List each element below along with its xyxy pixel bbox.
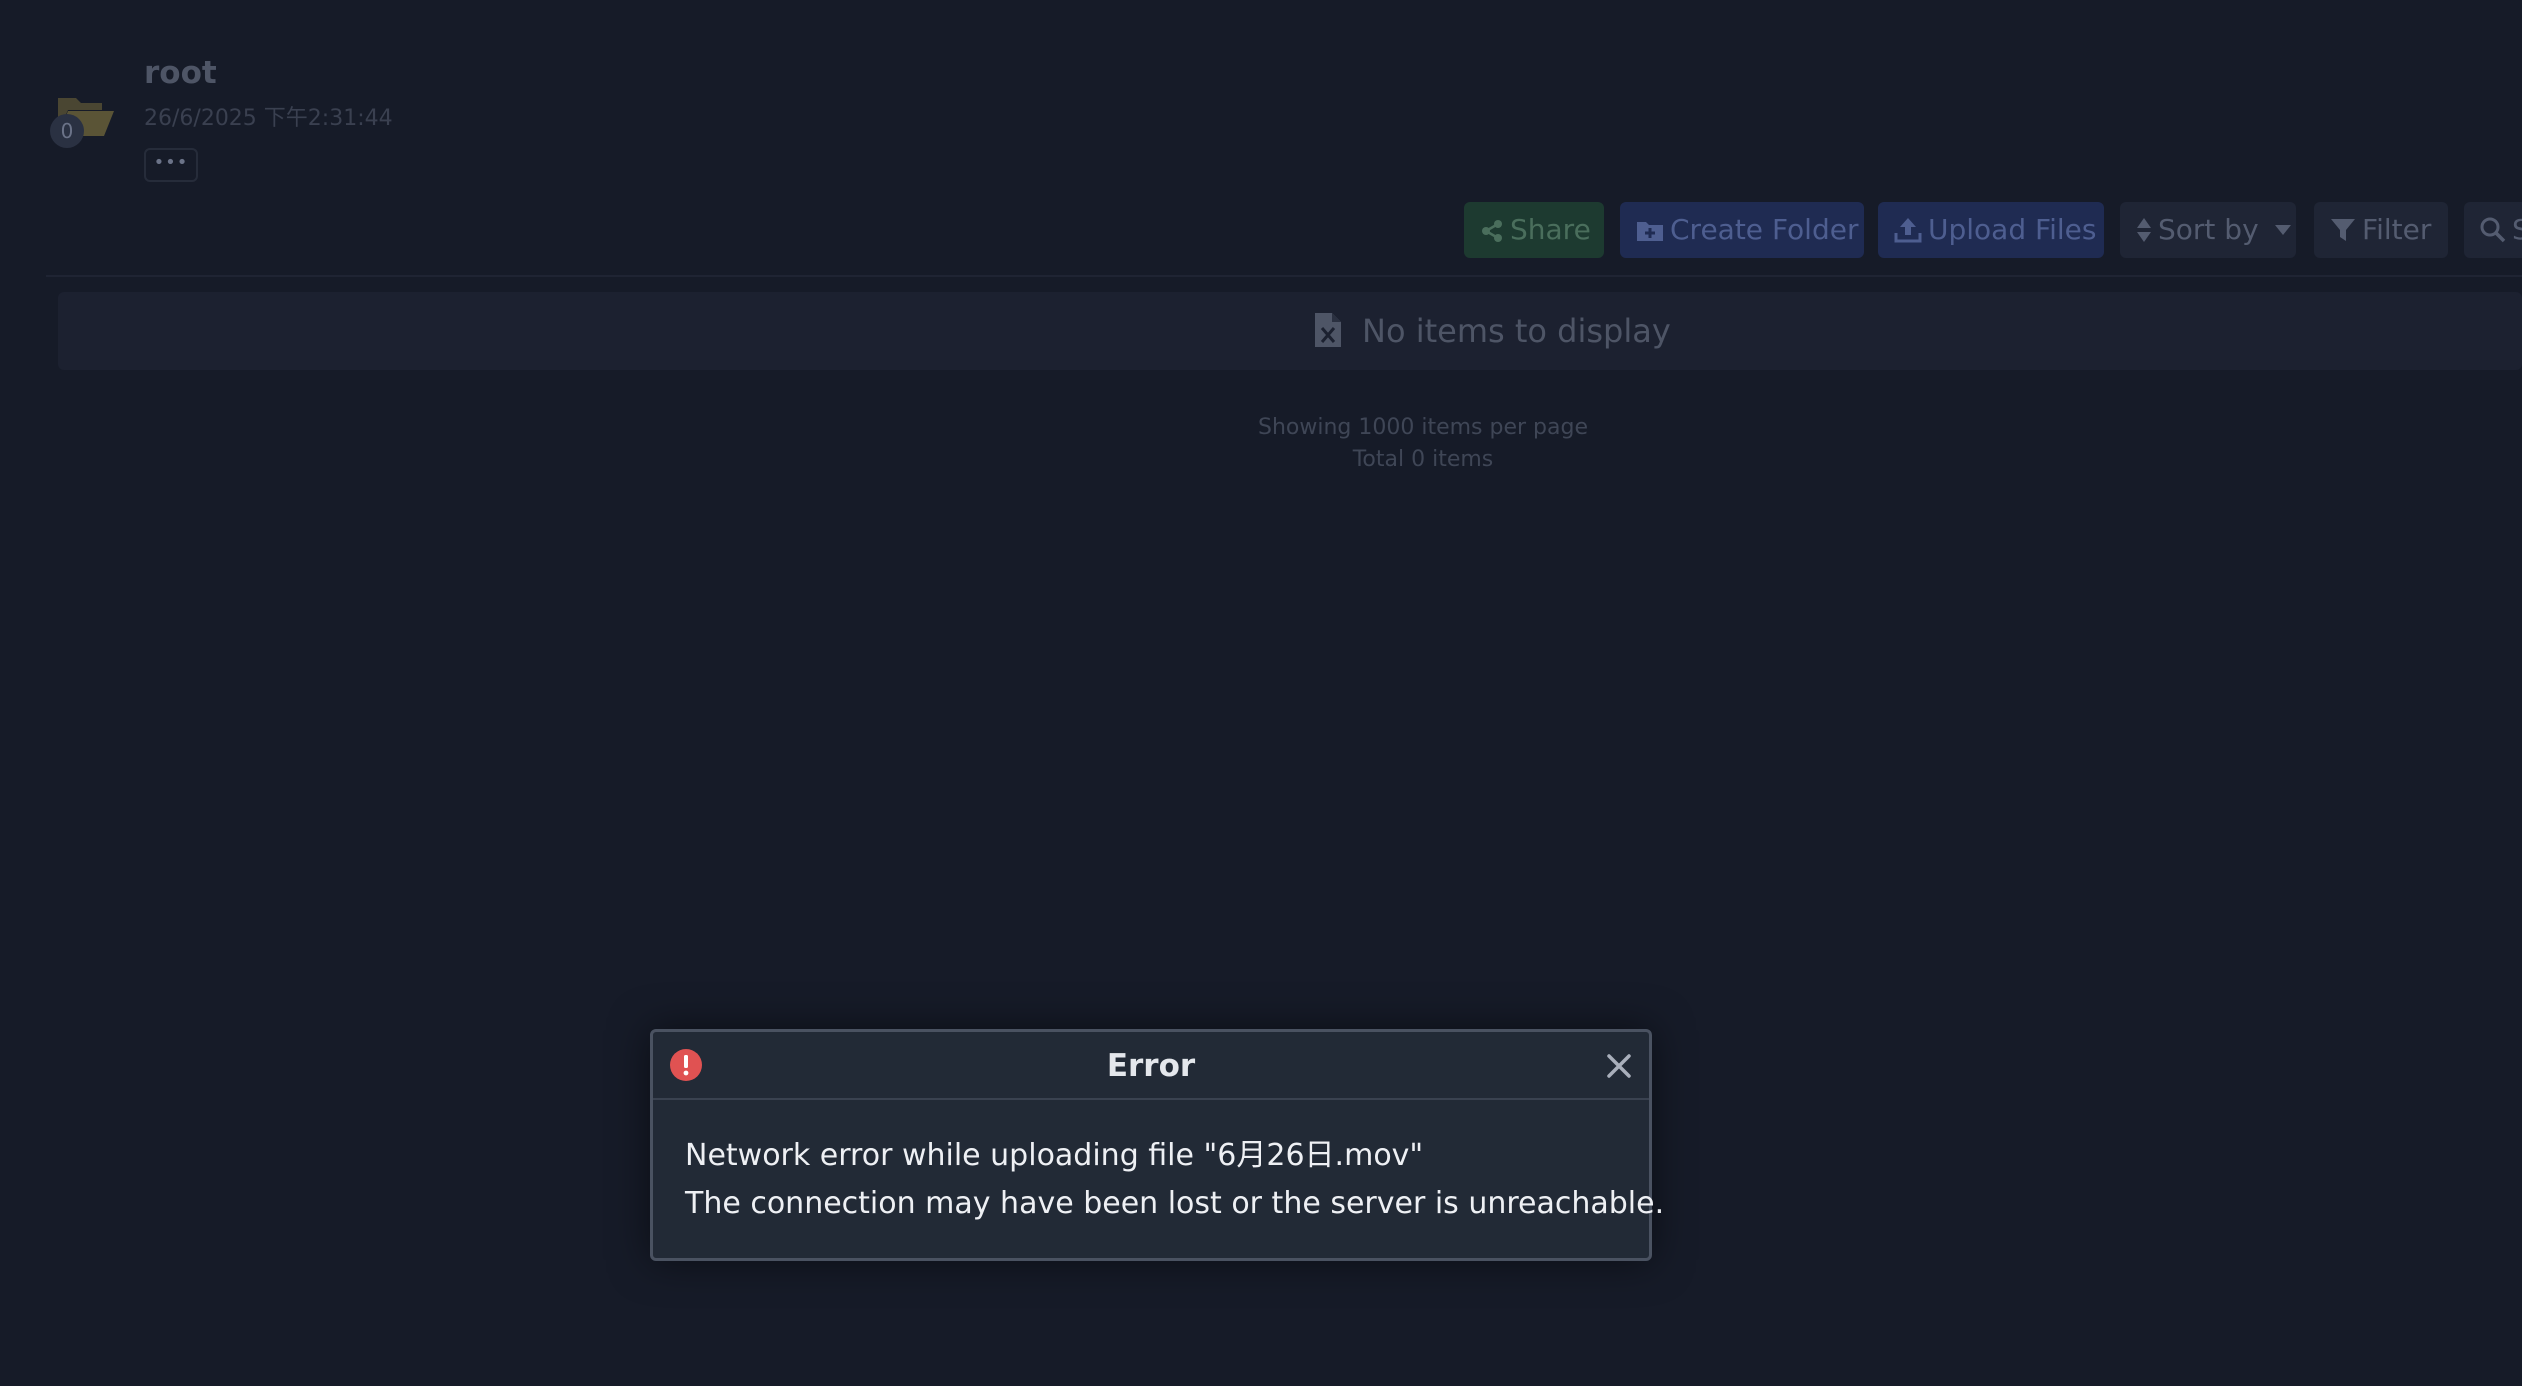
folder-date: 26/6/2025 下午2:31:44 — [144, 106, 393, 131]
search-button[interactable]: S — [2464, 202, 2522, 258]
error-message-line: Network error while uploading file "6月26… — [685, 1138, 1424, 1173]
error-detail-line: The connection may have been lost or the… — [685, 1186, 1665, 1221]
dialog-message: Network error while uploading file "6月26… — [685, 1132, 1665, 1228]
toolbar-divider — [46, 275, 2522, 277]
folder-title: root — [144, 55, 217, 91]
sort-icon — [2137, 218, 2151, 242]
sort-by-button[interactable]: Sort by — [2120, 202, 2296, 258]
total-items-text: Total 0 items — [1352, 447, 1494, 472]
upload-files-button[interactable]: Upload Files — [1878, 202, 2104, 258]
items-per-page-text: Showing 1000 items per page — [1258, 415, 1588, 440]
share-label: Share — [1510, 213, 1591, 246]
dialog-title: Error — [1106, 1048, 1196, 1084]
error-dialog: Error Network error while uploading file… — [650, 1029, 1665, 1261]
dialog-header: Error — [653, 1032, 1649, 1100]
create-folder-button[interactable]: Create Folder — [1620, 202, 1864, 258]
create-folder-label: Create Folder — [1670, 213, 1859, 246]
filter-label: Filter — [2362, 213, 2432, 246]
sort-by-label: Sort by — [2158, 213, 2259, 246]
empty-state-text: No items to display — [1362, 312, 1671, 350]
empty-state: No items to display — [1314, 312, 1671, 352]
more-options-button[interactable]: ••• — [144, 148, 198, 182]
search-label: S — [2512, 213, 2522, 246]
item-count-badge: 0 — [50, 114, 84, 148]
filter-icon — [2331, 219, 2355, 241]
folder-plus-icon — [1637, 222, 1663, 241]
upload-icon — [1894, 218, 1922, 243]
close-icon[interactable] — [1605, 1052, 1633, 1080]
search-icon — [2480, 217, 2506, 243]
share-icon — [1482, 220, 1502, 242]
file-excel-icon — [1315, 313, 1341, 347]
share-button[interactable]: Share — [1464, 202, 1604, 258]
empty-list-panel: No items to display — [58, 292, 2522, 370]
page: 0 root 26/6/2025 下午2:31:44 ••• Share Cre… — [0, 0, 2522, 1386]
pagination-info: Showing 1000 items per page Total 0 item… — [1100, 412, 1746, 476]
upload-files-label: Upload Files — [1928, 213, 2097, 246]
caret-down-icon — [2274, 225, 2291, 235]
filter-button[interactable]: Filter — [2314, 202, 2448, 258]
